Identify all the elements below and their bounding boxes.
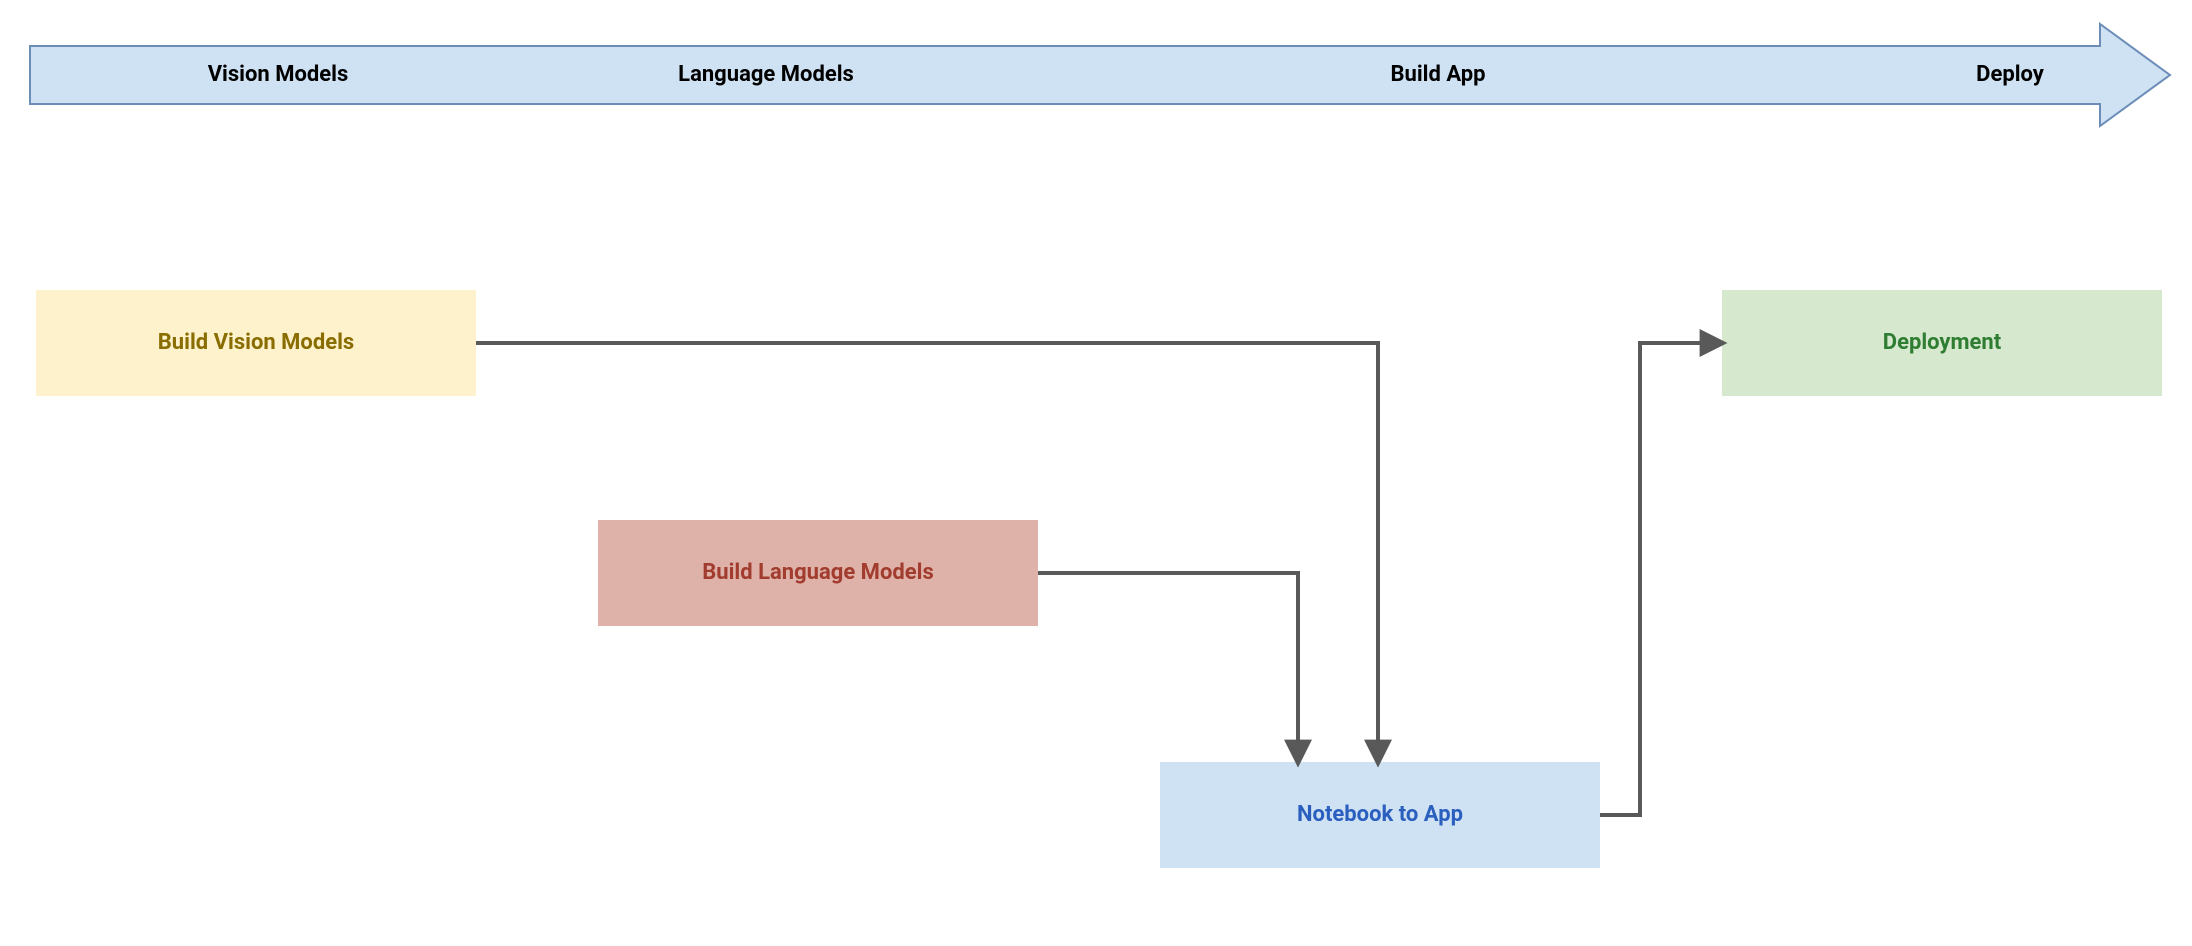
- pipeline-diagram: Vision Models Language Models Build App Dep…: [0, 0, 2192, 946]
- box-vision: Build Vision Models: [36, 290, 476, 396]
- timeline-stage-language: Language Models: [678, 62, 854, 87]
- timeline-bar: Vision Models Language Models Build App Dep…: [30, 24, 2170, 126]
- timeline-stage-build: Build App: [1390, 62, 1485, 87]
- box-app: Notebook to App: [1160, 762, 1600, 868]
- box-deploy: Deployment: [1722, 290, 2162, 396]
- box-vision-label: Build Vision Models: [158, 330, 354, 355]
- timeline-stage-vision: Vision Models: [208, 62, 349, 87]
- box-language-label: Build Language Models: [702, 560, 934, 585]
- box-language: Build Language Models: [598, 520, 1038, 626]
- connector-language-to-app: [1038, 573, 1298, 762]
- box-app-label: Notebook to App: [1297, 802, 1463, 827]
- connector-app-to-deploy: [1600, 343, 1722, 815]
- box-deploy-label: Deployment: [1883, 330, 2002, 355]
- timeline-stage-deploy: Deploy: [1976, 62, 2045, 87]
